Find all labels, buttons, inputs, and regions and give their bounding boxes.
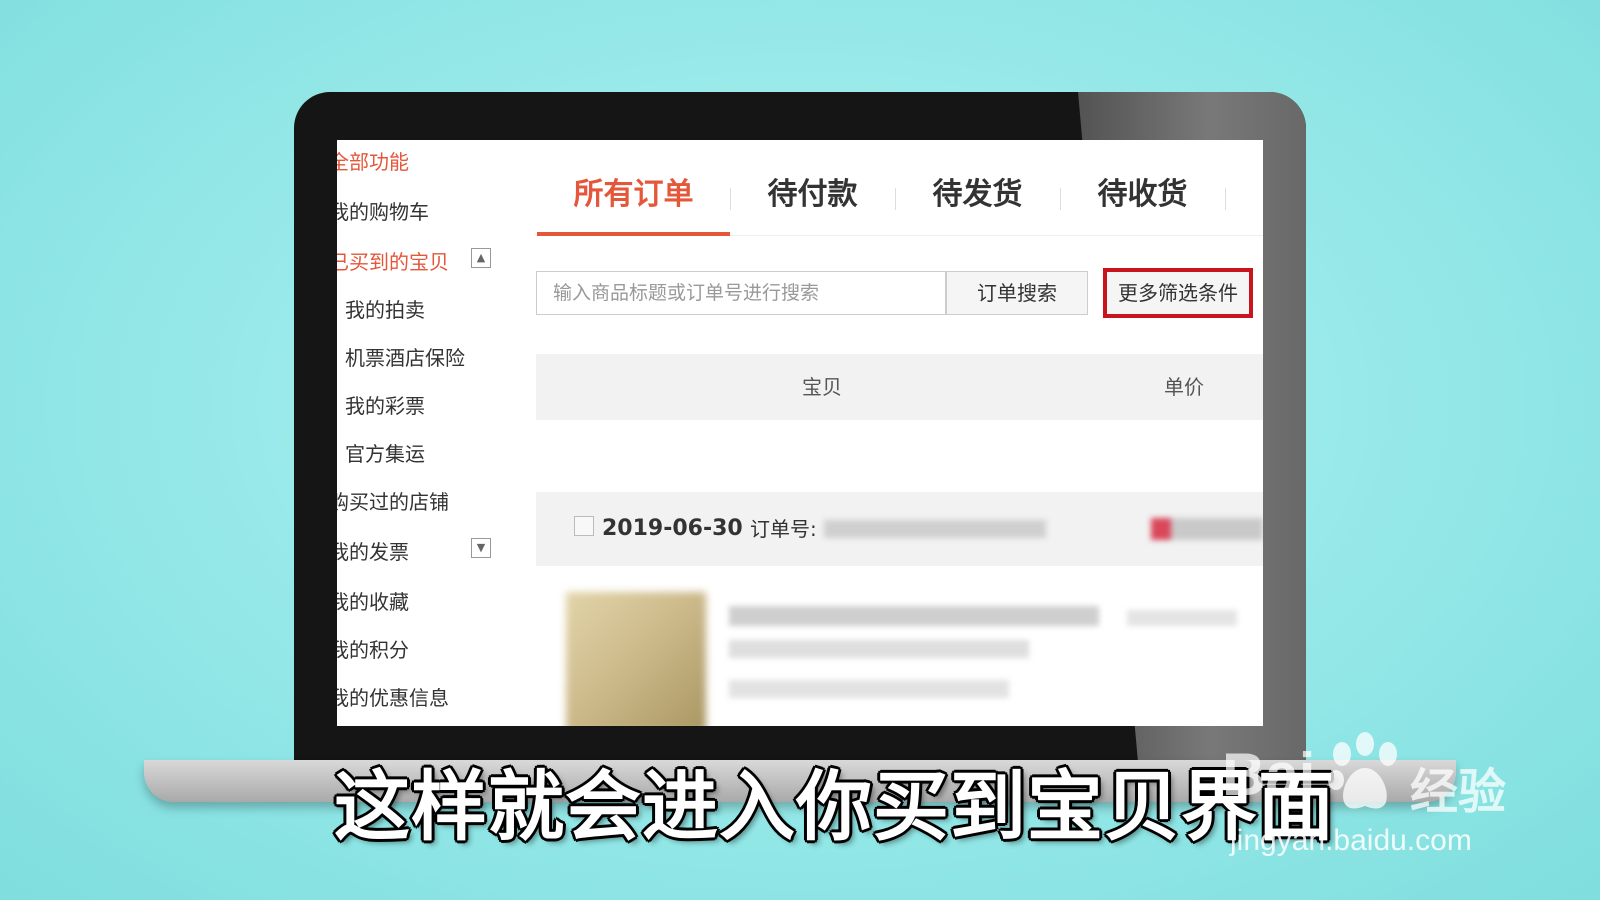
sidebar-item-lottery[interactable]: 我的彩票 bbox=[345, 390, 425, 419]
video-subtitle: 这样就会进入你买到宝贝界面 bbox=[334, 762, 1335, 851]
sidebar-item-cart[interactable]: 我的购物车 bbox=[337, 196, 429, 225]
watermark-url: jingyan.baidu.com bbox=[1230, 824, 1472, 857]
sidebar-item-bought[interactable]: 已买到的宝贝 bbox=[337, 246, 449, 275]
expand-toggle-icon[interactable]: ▼ bbox=[471, 538, 491, 558]
more-filters-button[interactable]: 更多筛选条件 bbox=[1103, 268, 1253, 318]
tab-all-orders[interactable]: 所有订单 bbox=[537, 158, 730, 232]
sidebar-title: 全部功能 bbox=[337, 150, 409, 174]
baidu-logo-text: Bai bbox=[1222, 741, 1316, 808]
sidebar-item-coupons[interactable]: 我的优惠信息 bbox=[337, 682, 449, 711]
sidebar-item-shipping[interactable]: 官方集运 bbox=[345, 438, 425, 467]
order-search-button[interactable]: 订单搜索 bbox=[946, 271, 1088, 315]
order-number-redacted bbox=[824, 520, 1046, 538]
laptop-screen: 全部功能 我的购物车 已买到的宝贝 ▲ 我的拍卖 机票酒店保险 我的彩票 官方集… bbox=[337, 140, 1263, 726]
table-header: 宝贝 单价 bbox=[536, 354, 1263, 420]
tab-pending-payment[interactable]: 待付款 bbox=[730, 158, 895, 232]
sidebar-item-points[interactable]: 我的积分 bbox=[337, 634, 409, 663]
sidebar: 全部功能 我的购物车 已买到的宝贝 ▲ 我的拍卖 机票酒店保险 我的彩票 官方集… bbox=[337, 140, 517, 726]
sidebar-item-auction[interactable]: 我的拍卖 bbox=[345, 294, 425, 323]
order-search-input[interactable]: 输入商品标题或订单号进行搜索 bbox=[536, 271, 946, 315]
tab-separator bbox=[1225, 188, 1226, 210]
collapse-toggle-icon[interactable]: ▲ bbox=[471, 248, 491, 268]
order-number-label: 订单号: bbox=[750, 517, 817, 541]
order-row-header: 2019-06-30 订单号: bbox=[536, 492, 1263, 566]
tab-pending-shipment[interactable]: 待发货 bbox=[895, 158, 1060, 232]
product-price-redacted bbox=[1127, 610, 1237, 626]
sidebar-item-travel[interactable]: 机票酒店保险 bbox=[345, 342, 465, 371]
order-tabs: 所有订单 待付款 待发货 待收货 bbox=[537, 158, 1263, 236]
product-title-redacted bbox=[729, 640, 1029, 658]
column-header-item: 宝贝 bbox=[802, 375, 842, 399]
shop-name-redacted bbox=[1151, 518, 1263, 540]
order-date: 2019-06-30 bbox=[602, 516, 743, 541]
baidu-paw-icon bbox=[1328, 732, 1397, 809]
column-header-price: 单价 bbox=[1164, 375, 1204, 399]
sidebar-item-shops[interactable]: 购买过的店铺 bbox=[337, 486, 449, 515]
product-thumbnail[interactable] bbox=[566, 592, 706, 726]
tab-pending-receipt[interactable]: 待收货 bbox=[1060, 158, 1225, 232]
order-checkbox[interactable] bbox=[574, 516, 594, 536]
sidebar-item-invoice[interactable]: 我的发票 bbox=[337, 536, 409, 565]
product-spec-redacted bbox=[729, 680, 1009, 698]
sidebar-item-favorites[interactable]: 我的收藏 bbox=[337, 586, 409, 615]
product-title-redacted bbox=[729, 606, 1099, 626]
active-tab-indicator bbox=[537, 232, 730, 236]
baidu-jingyan-text: 经验 bbox=[1410, 764, 1507, 820]
